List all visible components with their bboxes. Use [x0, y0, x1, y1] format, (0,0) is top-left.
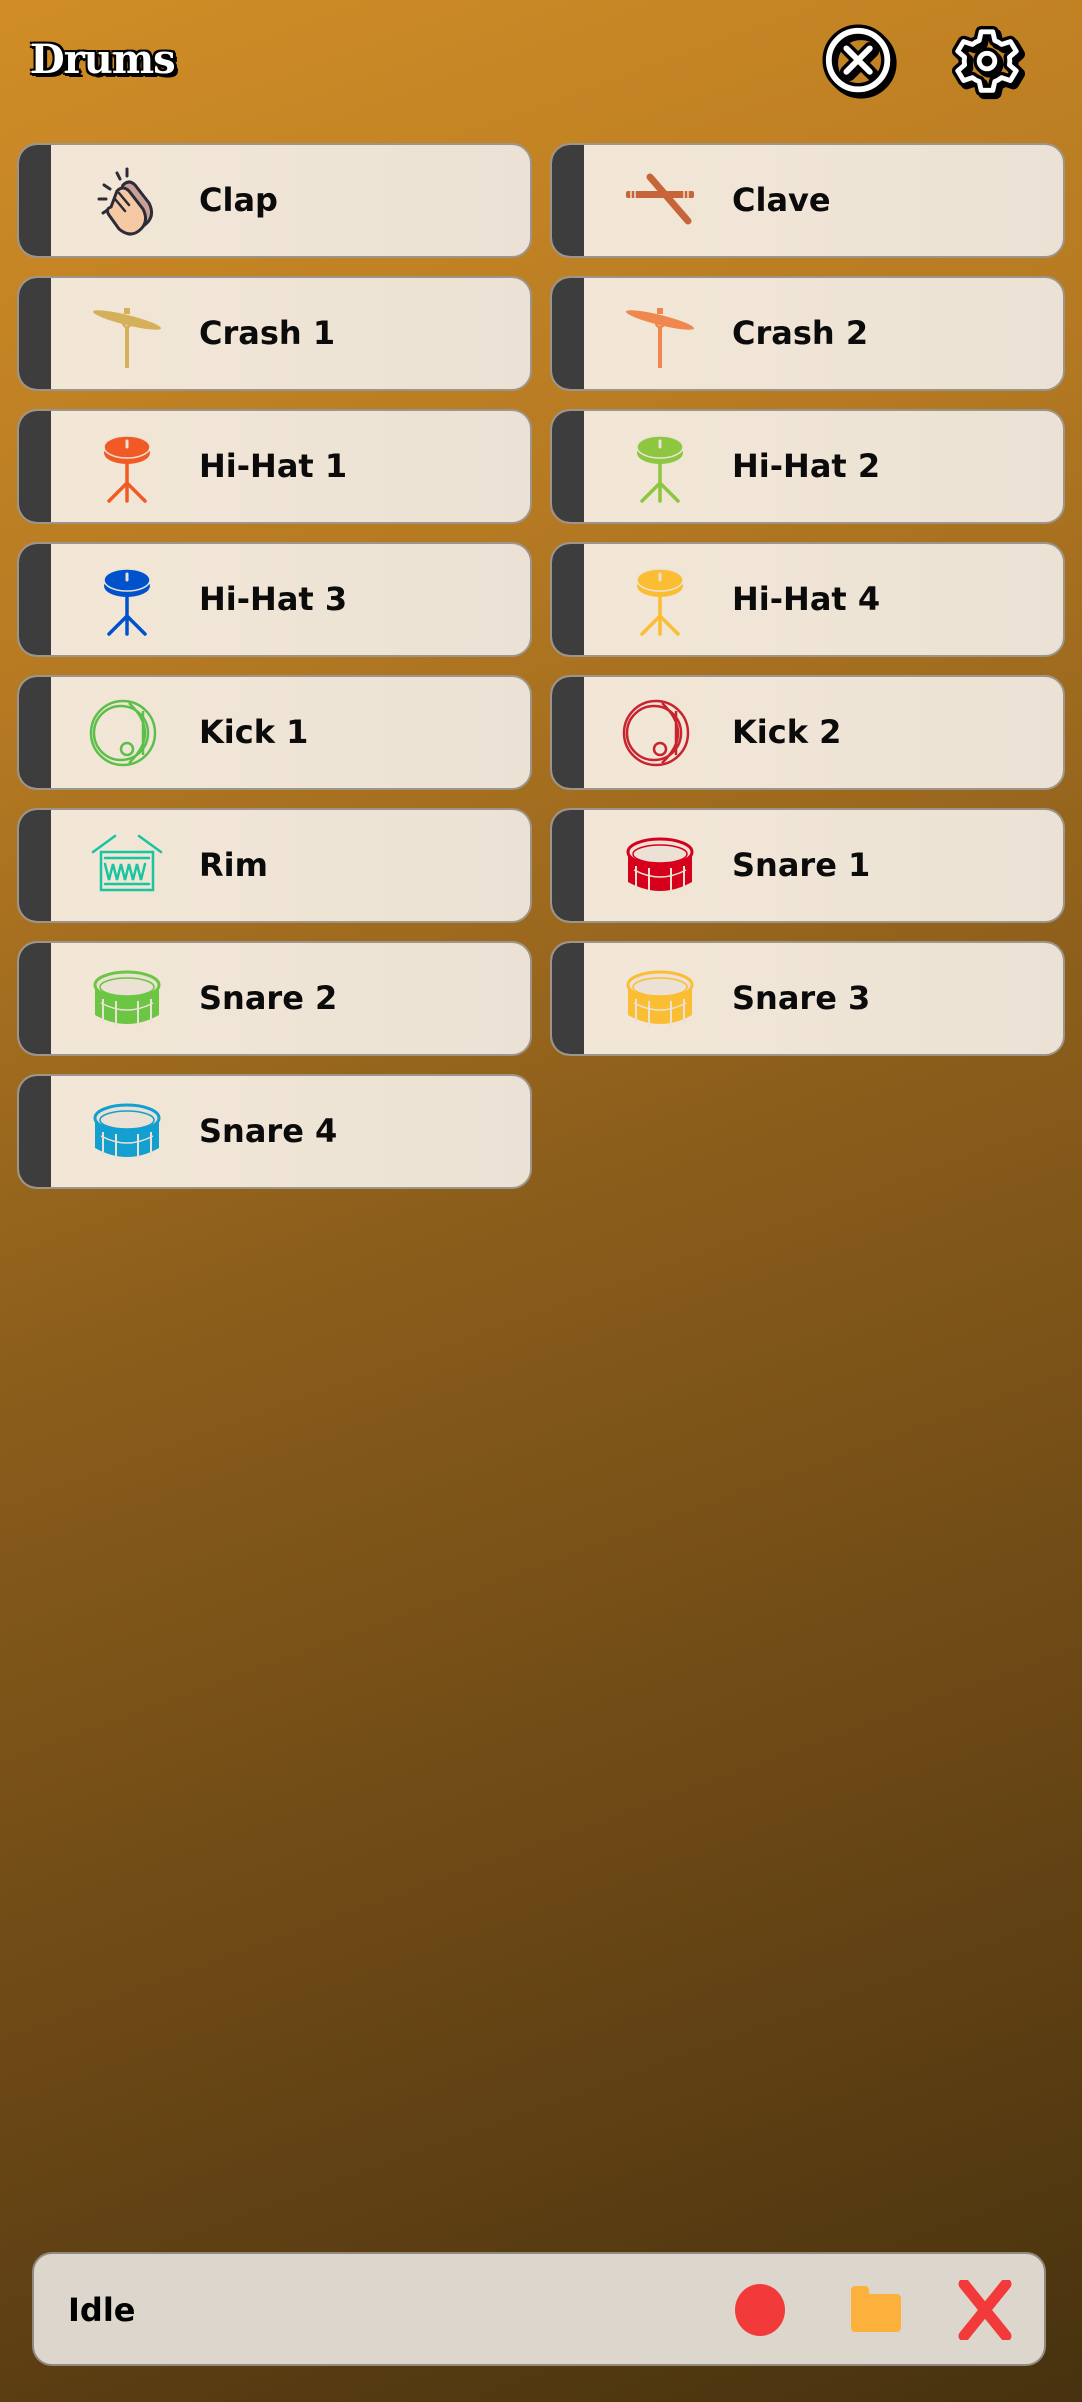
pad-label: Crash 1: [199, 314, 336, 352]
clear-button[interactable]: [956, 2278, 1014, 2342]
pad-stripe: [552, 145, 584, 256]
pad-stripe: [19, 278, 51, 389]
pad-label: Hi-Hat 3: [199, 580, 348, 618]
close-button[interactable]: [822, 24, 900, 102]
drum-pad-snare-4[interactable]: Snare 4: [17, 1074, 532, 1189]
close-circle-icon: [822, 24, 897, 99]
close-x-icon: [958, 2278, 1012, 2342]
hihat-icon: [89, 431, 165, 503]
crash-cymbal-icon: [622, 298, 698, 370]
drum-pad-crash-2[interactable]: Crash 2: [550, 276, 1065, 391]
record-button[interactable]: [732, 2280, 788, 2340]
snare-drum-icon: [89, 963, 165, 1035]
pad-stripe: [19, 411, 51, 522]
pad-label: Rim: [199, 846, 268, 884]
snare-drum-icon: [622, 963, 698, 1035]
pad-stripe: [19, 943, 51, 1054]
kick-drum-icon: [622, 697, 698, 769]
pad-label: Snare 1: [732, 846, 871, 884]
drum-pad-snare-3[interactable]: Snare 3: [550, 941, 1065, 1056]
drum-pad-rim[interactable]: Rim: [17, 808, 532, 923]
pad-label: Snare 2: [199, 979, 338, 1017]
pad-label: Hi-Hat 4: [732, 580, 881, 618]
snare-drum-icon: [622, 830, 698, 902]
drum-pad-snare-2[interactable]: Snare 2: [17, 941, 532, 1056]
pad-stripe: [19, 544, 51, 655]
folder-icon: [851, 2286, 901, 2332]
drum-pad-snare-1[interactable]: Snare 1: [550, 808, 1065, 923]
pad-stripe: [552, 810, 584, 921]
drum-pad-grid: Clap Clave Crash 1 Crash 2 Hi-Hat 1 Hi-H…: [17, 143, 1065, 1189]
rim-drum-icon: [89, 830, 165, 902]
app-title: Drums: [30, 36, 176, 83]
drum-pad-hi-hat-4[interactable]: Hi-Hat 4: [550, 542, 1065, 657]
pad-label: Clave: [732, 181, 831, 219]
recorder-bar: Idle: [32, 2252, 1046, 2366]
hihat-icon: [89, 564, 165, 636]
pad-stripe: [19, 677, 51, 788]
pad-label: Snare 4: [199, 1112, 338, 1150]
pad-stripe: [19, 810, 51, 921]
status-text: Idle: [68, 2291, 136, 2329]
snare-drum-icon: [89, 1096, 165, 1168]
record-icon: [735, 2284, 785, 2336]
drum-pad-hi-hat-3[interactable]: Hi-Hat 3: [17, 542, 532, 657]
clave-sticks-icon: [622, 165, 698, 237]
drum-pad-clave[interactable]: Clave: [550, 143, 1065, 258]
clap-hands-icon: [89, 165, 165, 237]
drum-pad-clap[interactable]: Clap: [17, 143, 532, 258]
pad-stripe: [552, 544, 584, 655]
pad-label: Snare 3: [732, 979, 871, 1017]
pad-stripe: [19, 1076, 51, 1187]
drum-pad-kick-2[interactable]: Kick 2: [550, 675, 1065, 790]
pad-stripe: [552, 677, 584, 788]
open-folder-button[interactable]: [848, 2280, 904, 2340]
pad-stripe: [552, 943, 584, 1054]
drum-pad-crash-1[interactable]: Crash 1: [17, 276, 532, 391]
settings-button[interactable]: [948, 24, 1026, 102]
drum-pad-hi-hat-2[interactable]: Hi-Hat 2: [550, 409, 1065, 524]
pad-label: Kick 1: [199, 713, 309, 751]
hihat-icon: [622, 564, 698, 636]
kick-drum-icon: [89, 697, 165, 769]
pad-label: Hi-Hat 2: [732, 447, 881, 485]
pad-label: Clap: [199, 181, 278, 219]
drum-pad-kick-1[interactable]: Kick 1: [17, 675, 532, 790]
hihat-icon: [622, 431, 698, 503]
pad-stripe: [19, 145, 51, 256]
pad-label: Hi-Hat 1: [199, 447, 348, 485]
pad-label: Kick 2: [732, 713, 842, 751]
crash-cymbal-icon: [89, 298, 165, 370]
gear-icon: [948, 24, 1026, 102]
pad-stripe: [552, 411, 584, 522]
pad-label: Crash 2: [732, 314, 869, 352]
drum-pad-hi-hat-1[interactable]: Hi-Hat 1: [17, 409, 532, 524]
pad-stripe: [552, 278, 584, 389]
